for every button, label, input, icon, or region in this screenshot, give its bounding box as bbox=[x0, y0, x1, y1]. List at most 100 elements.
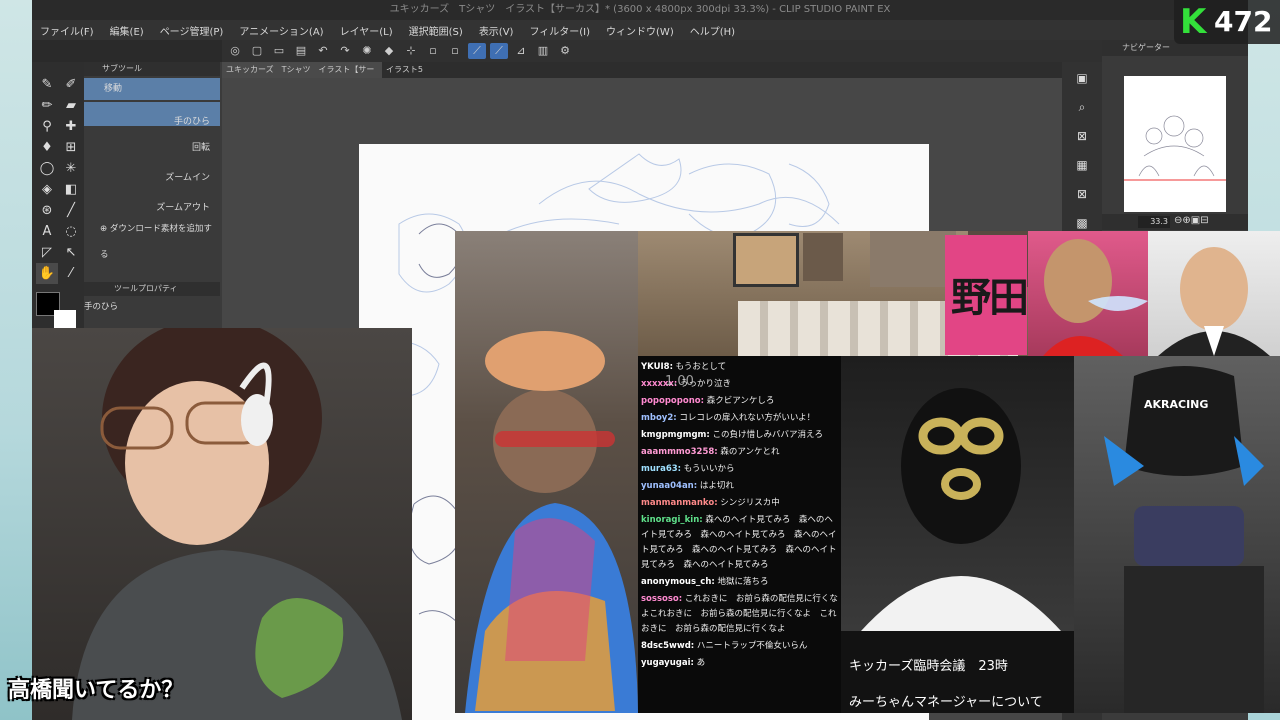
chat-text: 森クビアンケしろ bbox=[704, 396, 775, 406]
undo-icon[interactable]: ↶ bbox=[314, 43, 332, 59]
close-panel-icon[interactable]: ⊠ bbox=[1062, 180, 1102, 209]
menu-filter[interactable]: フィルター(I) bbox=[521, 23, 598, 38]
chat-message: manmanmanko: シンジリスカ中 bbox=[638, 495, 841, 512]
chat-text: あ bbox=[693, 658, 706, 668]
suit-man-figure bbox=[1158, 247, 1270, 356]
framed-poster bbox=[733, 233, 799, 287]
pink-banner: 野田 bbox=[945, 235, 1029, 355]
menu-file[interactable]: ファイル(F) bbox=[32, 23, 102, 38]
clip-studio-icon[interactable]: ◎ bbox=[226, 43, 244, 59]
balloon-icon[interactable]: ◌ bbox=[60, 221, 82, 242]
subtool-group-move[interactable]: 移動 bbox=[84, 78, 220, 100]
figure-icon[interactable]: ⚲ bbox=[36, 116, 58, 137]
frame-icon[interactable]: ⊞ bbox=[60, 137, 82, 158]
chat-message: yunaa04an: はよ切れ bbox=[638, 478, 841, 495]
subtool-zoom-in[interactable]: ズームイン bbox=[84, 156, 220, 186]
tab-label: イラスト5 bbox=[386, 65, 423, 74]
new-file-icon[interactable]: ▢ bbox=[248, 43, 266, 59]
subtitle-caption: 高橋聞いてるか？ bbox=[8, 678, 184, 703]
eyedropper-icon[interactable]: ⁄ bbox=[60, 263, 82, 284]
search-icon[interactable]: ⌕ bbox=[1062, 93, 1102, 122]
chat-username: 8dsc5wwd: bbox=[641, 641, 695, 651]
fill-icon[interactable]: ◆ bbox=[380, 43, 398, 59]
chat-username: mboy2: bbox=[641, 413, 677, 423]
magic-wand-icon[interactable]: ✳ bbox=[60, 158, 82, 179]
add-download-material[interactable]: ⊕ ダウンロード素材を追加する bbox=[84, 216, 220, 260]
chat-message: mboy2: コレコレの扉入れない方がいいよ！ bbox=[638, 410, 841, 427]
subtool-hand[interactable]: 手のひら bbox=[84, 102, 220, 127]
tool-property-name: 手のひら bbox=[84, 302, 119, 312]
ruler-icon[interactable]: ◸ bbox=[36, 242, 58, 263]
layer-icon[interactable]: ▣ bbox=[1062, 64, 1102, 93]
thumbnail-suit-man bbox=[1148, 231, 1280, 356]
move-layer-icon[interactable]: ✚ bbox=[60, 116, 82, 137]
gradient-icon[interactable]: ◧ bbox=[60, 179, 82, 200]
menu-page[interactable]: ページ管理(P) bbox=[152, 23, 232, 38]
pencil-icon[interactable]: ✐ bbox=[60, 74, 82, 95]
banner-text: 野田 bbox=[951, 275, 1029, 321]
chat-text: シンジリスカ中 bbox=[717, 498, 780, 508]
video-call-overlay: 野田 YKUI8: もうおとして xxxxxx: うっかり泣き popopopono… bbox=[455, 231, 1280, 713]
chat-username: sossoso: bbox=[641, 594, 683, 604]
tab-illustration5[interactable]: イラスト5 bbox=[382, 62, 466, 78]
chat-username: manmanmanko: bbox=[641, 498, 718, 508]
line-icon[interactable]: ╱ bbox=[60, 200, 82, 221]
menu-view[interactable]: 表示(V) bbox=[471, 23, 522, 38]
zoom-value[interactable]: 33.3 bbox=[1138, 216, 1170, 228]
add-download-label: ダウンロード素材を追加する bbox=[100, 224, 212, 260]
chat-text: 森のアンケとれ bbox=[717, 447, 780, 457]
pen-icon[interactable]: ✎ bbox=[36, 74, 58, 95]
operation-icon[interactable]: ⊛ bbox=[36, 200, 58, 221]
material-icon[interactable]: ▦ bbox=[1062, 151, 1102, 180]
snap-ruler-icon[interactable]: ⟋ bbox=[468, 43, 486, 59]
eraser-icon[interactable]: ▰ bbox=[60, 95, 82, 116]
selection-clear-icon[interactable]: ▫ bbox=[446, 43, 464, 59]
loading-icon[interactable]: ✺ bbox=[358, 43, 376, 59]
selection-icon[interactable]: ▫ bbox=[424, 43, 442, 59]
save-icon[interactable]: ▤ bbox=[292, 43, 310, 59]
tab-tshirt-illustration[interactable]: ユキッカーズ Tシャツ イラスト【サーカス】* bbox=[222, 62, 382, 90]
chat-message: popopopono: 森クビアンケしろ bbox=[638, 393, 841, 410]
zoom-buttons-icon[interactable]: ⊖⊕▣⊟ bbox=[1174, 215, 1209, 226]
framed-poster bbox=[870, 231, 956, 287]
spitting-man-figure bbox=[1043, 239, 1148, 356]
lasso-icon[interactable]: ◯ bbox=[36, 158, 58, 179]
close-panel-icon[interactable]: ⊠ bbox=[1062, 122, 1102, 151]
hand-icon[interactable]: ✋ bbox=[36, 263, 58, 284]
webcam-masked-man bbox=[841, 356, 1074, 631]
redo-icon[interactable]: ↷ bbox=[336, 43, 354, 59]
chat-username: popopopono: bbox=[641, 396, 704, 406]
chat-message: anonymous_ch: 地獄に落ちろ bbox=[638, 574, 841, 591]
text-icon[interactable]: A bbox=[36, 221, 58, 242]
menu-layer[interactable]: レイヤー(L) bbox=[332, 23, 401, 38]
tool-property-header: ツールプロパティ bbox=[84, 282, 220, 296]
command-bar: ◎ ▢ ▭ ▤ ↶ ↷ ✺ ◆ ⊹ ▫ ▫ ⟋ ⟋ ⊿ ▥ ⚙ bbox=[222, 40, 1248, 62]
transform-icon[interactable]: ⊹ bbox=[402, 43, 420, 59]
menu-help[interactable]: ヘルプ(H) bbox=[682, 23, 743, 38]
settings-icon[interactable]: ⚙ bbox=[556, 43, 574, 59]
webcam-streamer bbox=[32, 328, 412, 720]
menu-edit[interactable]: 編集(E) bbox=[102, 23, 152, 38]
menu-animation[interactable]: アニメーション(A) bbox=[231, 23, 331, 38]
chat-username: kinoragi_kin: bbox=[641, 515, 703, 525]
chat-username: YKUI8: bbox=[641, 362, 673, 372]
open-file-icon[interactable]: ▭ bbox=[270, 43, 288, 59]
document-tabs: ユキッカーズ Tシャツ イラスト【サーカス】* イラスト5 bbox=[222, 62, 1062, 90]
navigator-thumbnail[interactable] bbox=[1124, 76, 1226, 212]
snap-grid-icon[interactable]: ⊿ bbox=[512, 43, 530, 59]
window-title: ユキッカーズ Tシャツ イラスト【サーカス】* (3600 x 4800px 3… bbox=[32, 0, 1248, 20]
brush-icon[interactable]: ✏ bbox=[36, 95, 58, 116]
subtool-zoom-out[interactable]: ズームアウト bbox=[84, 186, 220, 216]
page-icon[interactable]: ▥ bbox=[534, 43, 552, 59]
snap-special-icon[interactable]: ⟋ bbox=[490, 43, 508, 59]
subtool-rotate[interactable]: 回転 bbox=[84, 126, 220, 156]
fill-bucket-icon[interactable]: ◈ bbox=[36, 179, 58, 200]
blend-icon[interactable]: ♦ bbox=[36, 137, 58, 158]
chat-text: この負け惜しみババア消えろ bbox=[709, 430, 824, 440]
correct-line-icon[interactable]: ↖ bbox=[60, 242, 82, 263]
menu-window[interactable]: ウィンドウ(W) bbox=[598, 23, 682, 38]
chat-message: sossoso: これおきに お前ら森の配信見に行くなよこれおきに お前ら森の配… bbox=[638, 591, 841, 638]
caption-line2: みーちゃんマネージャーについて bbox=[849, 695, 1043, 710]
menu-selection[interactable]: 選択範囲(S) bbox=[401, 23, 471, 38]
webcam-host bbox=[455, 231, 638, 713]
